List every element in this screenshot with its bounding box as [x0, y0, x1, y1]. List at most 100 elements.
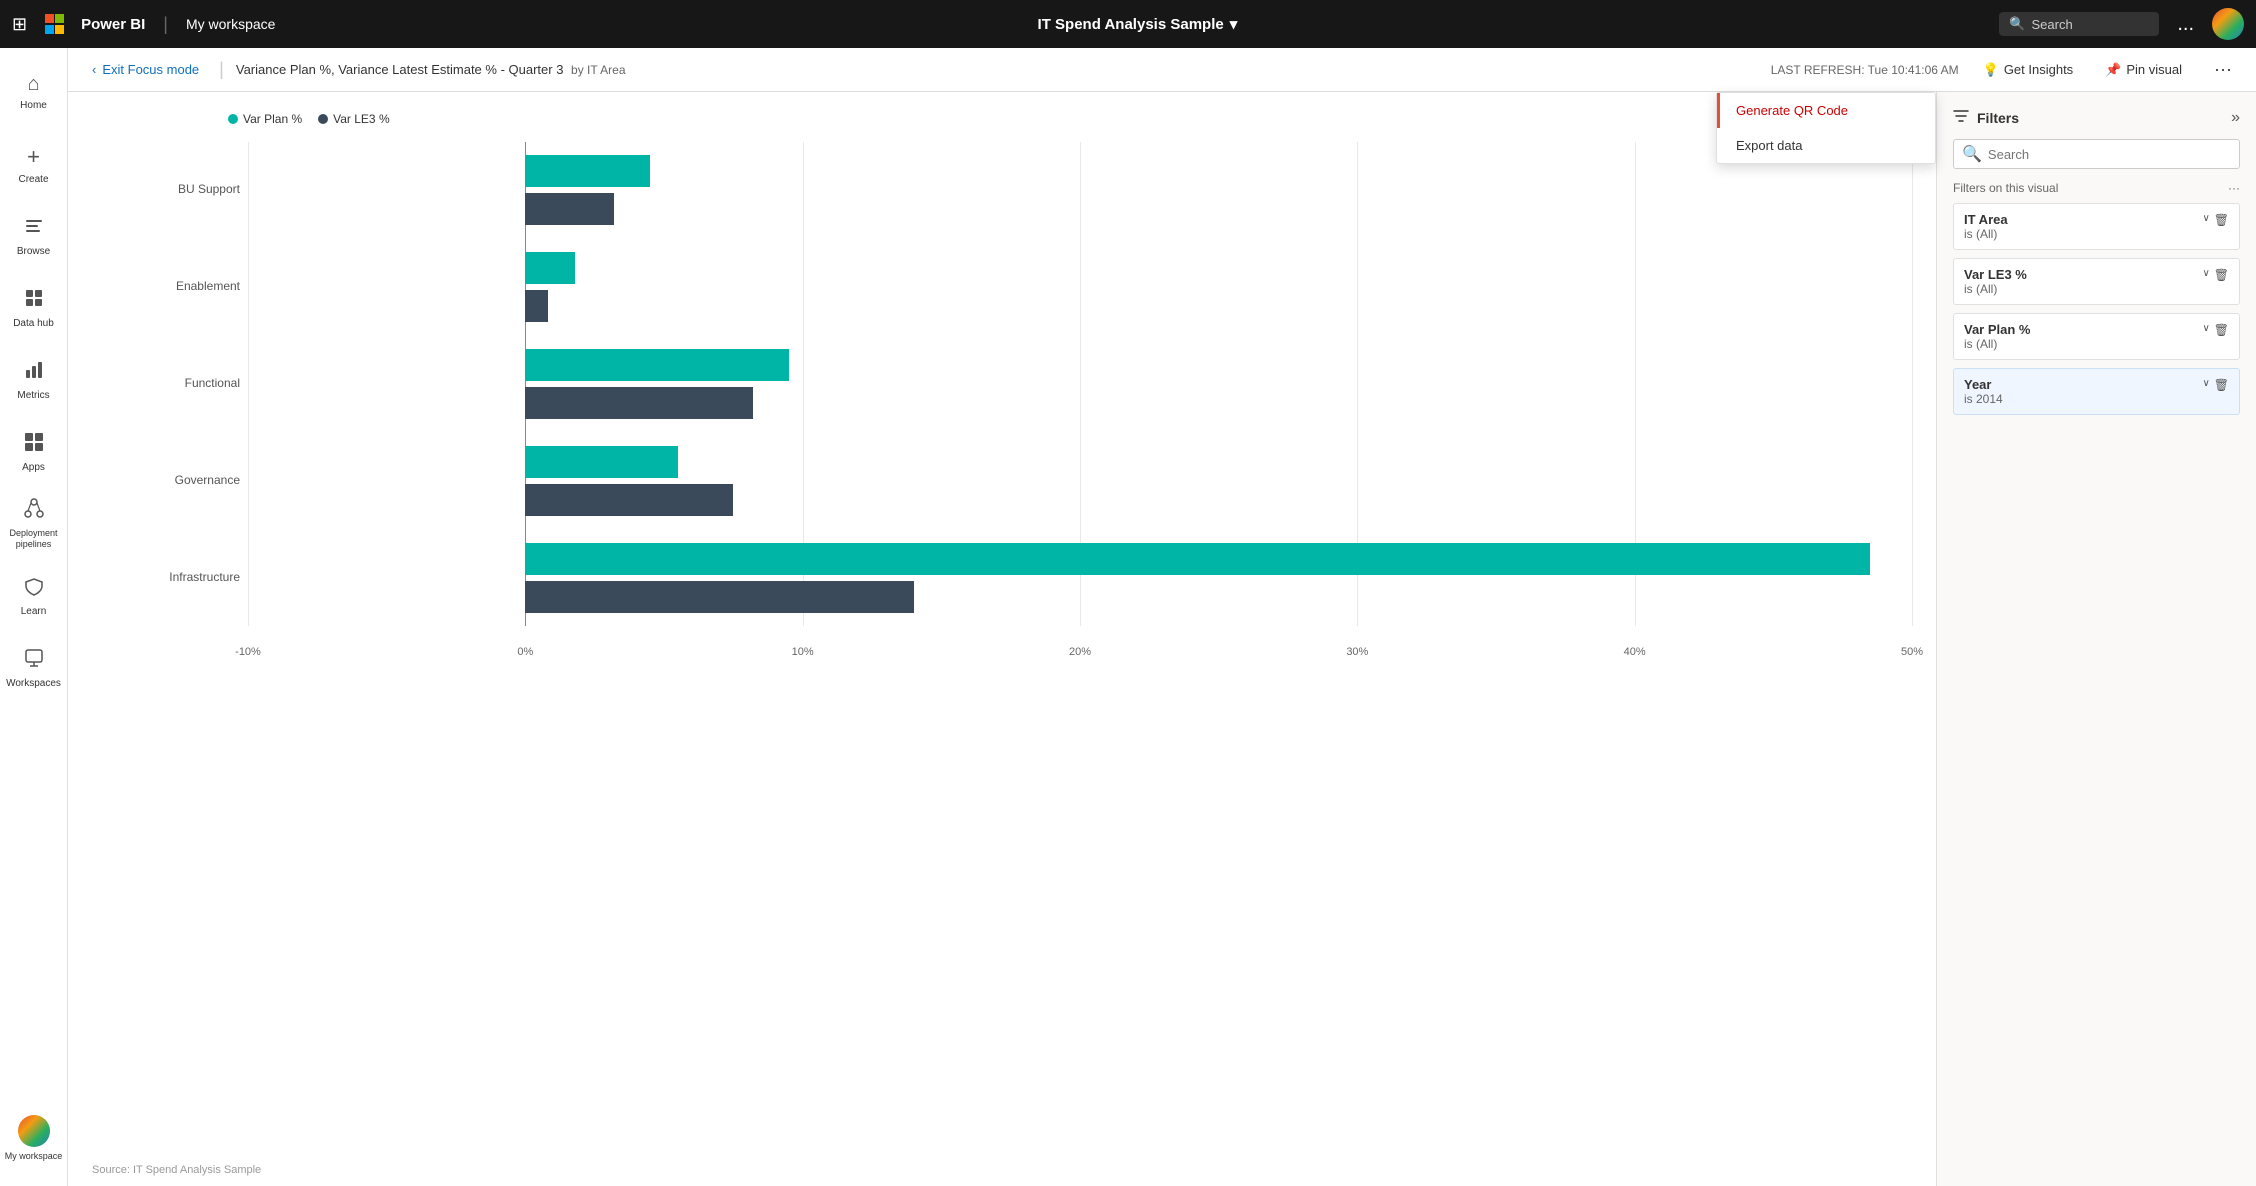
- filters-header: Filters »: [1953, 108, 2240, 127]
- sidebar: ⌂ Home + Create Browse Data hub: [0, 48, 68, 1186]
- deployment-icon: [24, 498, 44, 524]
- filter-card-year[interactable]: Year ∨ 🗑 is 2014: [1953, 368, 2240, 415]
- x-tick: 20%: [1069, 646, 1091, 658]
- get-insights-button[interactable]: 💡 Get Insights: [1975, 58, 2082, 82]
- top-navigation: ⊞ Power BI | My workspace IT Spend Analy…: [0, 0, 2256, 48]
- chevron-down-icon-year[interactable]: ∨: [2202, 378, 2209, 392]
- workspace-label[interactable]: My workspace: [186, 16, 275, 32]
- filter-search-icon: 🔍: [1962, 144, 1982, 164]
- filter-actions-it-area: ∨ 🗑: [2202, 213, 2229, 227]
- sidebar-item-create[interactable]: + Create: [4, 128, 64, 200]
- sidebar-item-myworkspace[interactable]: My workspace: [4, 1102, 64, 1174]
- bar-dark: [525, 387, 752, 419]
- filter-actions-var-plan: ∨ 🗑: [2202, 323, 2229, 337]
- sidebar-label-workspaces: Workspaces: [6, 678, 61, 689]
- sidebar-label-apps: Apps: [22, 462, 45, 473]
- sidebar-item-workspaces[interactable]: Workspaces: [4, 632, 64, 704]
- report-title-button[interactable]: IT Spend Analysis Sample ▾: [1038, 15, 1238, 33]
- bar-teal: [525, 446, 678, 478]
- sidebar-label-metrics: Metrics: [17, 390, 49, 401]
- pin-visual-button[interactable]: 📌 Pin visual: [2097, 58, 2190, 82]
- chart-source: Source: IT Spend Analysis Sample: [92, 1164, 261, 1176]
- dropdown-item-export-data[interactable]: Export data: [1717, 128, 1935, 163]
- metrics-icon: [24, 360, 44, 386]
- legend-dot-dark: [318, 114, 328, 124]
- filter-card-header-var-le3: Var LE3 % ∨ 🗑: [1964, 267, 2229, 282]
- bar-dark: [525, 484, 733, 516]
- filter-actions-var-le3: ∨ 🗑: [2202, 268, 2229, 282]
- sidebar-item-browse[interactable]: Browse: [4, 200, 64, 272]
- filters-section-more[interactable]: ···: [2228, 181, 2240, 195]
- search-icon: 🔍: [2009, 16, 2025, 32]
- workspaces-icon: [24, 648, 44, 674]
- bar-teal: [525, 252, 575, 284]
- filter-name-var-plan: Var Plan %: [1964, 322, 2030, 337]
- chevron-down-icon-var-le3[interactable]: ∨: [2202, 268, 2209, 282]
- filter-value-var-plan: is (All): [1964, 337, 2229, 351]
- lightbulb-icon: 💡: [1983, 62, 1999, 78]
- user-avatar-sidebar: [18, 1115, 50, 1147]
- filter-actions-year: ∨ 🗑: [2202, 378, 2229, 392]
- dropdown-menu: Generate QR Code Export data: [1716, 92, 1936, 164]
- filter-name-var-le3: Var LE3 %: [1964, 267, 2027, 282]
- filter-clear-var-le3[interactable]: 🗑: [2214, 268, 2229, 282]
- toolbar-right-actions: LAST REFRESH: Tue 10:41:06 AM 💡 Get Insi…: [1771, 55, 2240, 84]
- sidebar-label-datahub: Data hub: [13, 318, 54, 329]
- filter-card-header-year: Year ∨ 🗑: [1964, 377, 2229, 392]
- bar-teal: [525, 349, 788, 381]
- grid-line: [1912, 142, 1913, 626]
- chevron-down-icon: ▾: [1230, 15, 1238, 33]
- exit-focus-button[interactable]: ‹ Exit Focus mode: [84, 58, 207, 81]
- chart-subtitle: by IT Area: [571, 63, 625, 77]
- browse-icon: [24, 216, 44, 242]
- bar-category-label: Functional: [120, 376, 240, 390]
- sidebar-label-deployment: Deployment pipelines: [4, 528, 64, 550]
- sidebar-item-apps[interactable]: Apps: [4, 416, 64, 488]
- filter-name-year: Year: [1964, 377, 1991, 392]
- exit-focus-label: Exit Focus mode: [102, 62, 199, 77]
- filter-icon: [1953, 108, 1969, 127]
- chevron-down-icon-var-plan[interactable]: ∨: [2202, 323, 2209, 337]
- filters-collapse-button[interactable]: »: [2231, 109, 2240, 127]
- filter-clear-var-plan[interactable]: 🗑: [2214, 323, 2229, 337]
- filters-section-header: Filters on this visual ···: [1953, 181, 2240, 195]
- filter-search-input[interactable]: [1988, 147, 2231, 162]
- sidebar-item-home[interactable]: ⌂ Home: [4, 56, 64, 128]
- search-label: Search: [2032, 17, 2073, 32]
- toolbar-more-button[interactable]: ···: [2206, 55, 2240, 84]
- grid-icon[interactable]: ⊞: [12, 14, 27, 35]
- toolbar-bar: ‹ Exit Focus mode | Variance Plan %, Var…: [68, 48, 2256, 92]
- more-options-button[interactable]: ...: [2173, 9, 2198, 40]
- user-avatar[interactable]: [2212, 8, 2244, 40]
- sidebar-item-learn[interactable]: Learn: [4, 560, 64, 632]
- bar-category-label: Enablement: [120, 279, 240, 293]
- bar-dark: [525, 581, 913, 613]
- filter-card-var-le3[interactable]: Var LE3 % ∨ 🗑 is (All): [1953, 258, 2240, 305]
- dropdown-item-generate-qr[interactable]: Generate QR Code: [1717, 93, 1935, 128]
- sidebar-label-home: Home: [20, 100, 47, 111]
- filter-clear-it-area[interactable]: 🗑: [2214, 213, 2229, 227]
- filter-clear-year[interactable]: 🗑: [2214, 378, 2229, 392]
- chevron-down-icon-it-area[interactable]: ∨: [2202, 213, 2209, 227]
- bar-dark: [525, 290, 547, 322]
- legend-item-var-plan: Var Plan %: [228, 112, 302, 126]
- filter-card-var-plan[interactable]: Var Plan % ∨ 🗑 is (All): [1953, 313, 2240, 360]
- toolbar-divider: |: [219, 59, 224, 80]
- x-tick: 0%: [517, 646, 533, 658]
- bar-teal: [525, 155, 650, 187]
- toolbar-chart-title: Variance Plan %, Variance Latest Estimat…: [236, 62, 1759, 77]
- sidebar-item-datahub[interactable]: Data hub: [4, 272, 64, 344]
- filters-search-box[interactable]: 🔍: [1953, 139, 2240, 169]
- sidebar-label-myworkspace: My workspace: [5, 1151, 63, 1162]
- sidebar-item-deployment[interactable]: Deployment pipelines: [4, 488, 64, 560]
- sidebar-label-learn: Learn: [21, 606, 47, 617]
- filter-value-var-le3: is (All): [1964, 282, 2229, 296]
- datahub-icon: [24, 288, 44, 314]
- chevron-left-icon: ‹: [92, 62, 96, 77]
- report-title-text: IT Spend Analysis Sample: [1038, 16, 1224, 33]
- legend-label-var-le3: Var LE3 %: [333, 112, 389, 126]
- search-box[interactable]: 🔍 Search: [1999, 12, 2159, 36]
- chart-legend: Var Plan % Var LE3 %: [228, 112, 1912, 126]
- sidebar-item-metrics[interactable]: Metrics: [4, 344, 64, 416]
- filter-card-it-area[interactable]: IT Area ∨ 🗑 is (All): [1953, 203, 2240, 250]
